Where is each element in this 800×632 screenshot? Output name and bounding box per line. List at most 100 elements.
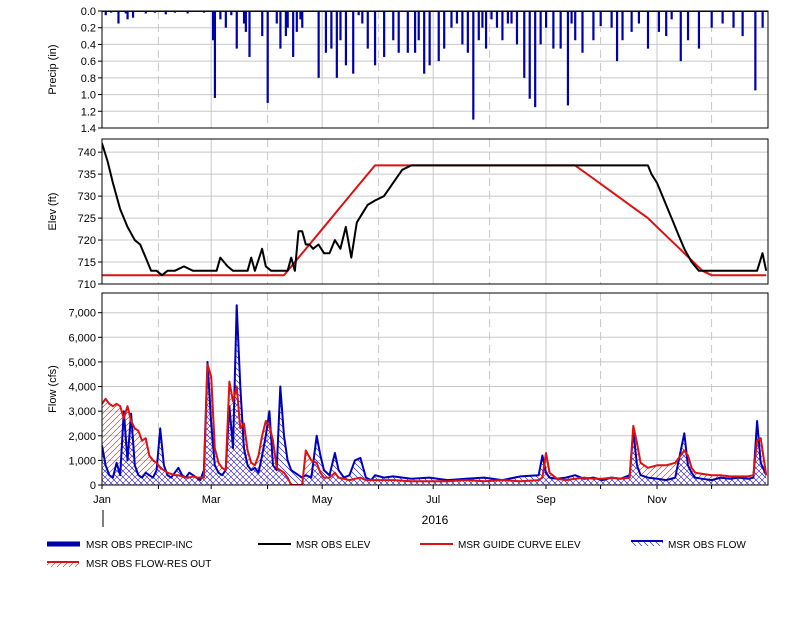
y-tick-label: 5,000	[68, 357, 96, 369]
legend: MSR OBS PRECIP-INC MSR OBS ELEV MSR GUID…	[47, 540, 746, 570]
precip-bar	[615, 11, 619, 62]
precip-bar	[213, 11, 217, 98]
x-tick-label: May	[312, 494, 333, 506]
precip-bar	[466, 11, 469, 53]
legend-label-guide-curve: MSR GUIDE CURVE ELEV	[458, 540, 581, 551]
precip-bar	[566, 11, 570, 106]
precip-bar	[670, 11, 673, 20]
precip-bar	[599, 11, 602, 27]
y-tick-label: 735	[78, 169, 96, 181]
y-tick-label: 0.6	[81, 56, 96, 68]
legend-label-res-out: MSR OBS FLOW-RES OUT	[86, 559, 211, 570]
precip-bar	[373, 11, 377, 66]
precip-bar	[383, 11, 386, 57]
y-tick-label: 0.4	[81, 39, 96, 51]
precip-bar	[665, 11, 668, 37]
precip-bar	[292, 11, 295, 57]
y-tick-label: 720	[78, 235, 96, 247]
legend-item-precip: MSR OBS PRECIP-INC	[47, 540, 193, 551]
precip-bar	[721, 11, 724, 24]
precip-bar	[366, 11, 369, 49]
precip-bar	[559, 11, 562, 49]
flow-panel: 0 1,000 2,000 3,000 4,000 5,000 6,000 7,000 Flow…	[47, 292, 769, 492]
precip-bar	[261, 11, 264, 37]
precip-bar	[481, 11, 484, 28]
precip-bar	[455, 11, 459, 24]
y-tick-label: 4,000	[68, 382, 96, 394]
precip-bar	[539, 11, 542, 45]
precip-bar	[279, 11, 282, 49]
precip-bar	[244, 11, 247, 32]
y-tick-label: 715	[78, 257, 96, 269]
legend-item-res-out: MSR OBS FLOW-RES OUT	[47, 559, 211, 570]
precip-bar	[275, 11, 278, 24]
precip-bar	[131, 11, 135, 18]
precip-bar	[164, 11, 167, 15]
precip-bar	[761, 11, 764, 28]
y-tick-label: 0.8	[81, 73, 96, 85]
precip-bar	[646, 11, 650, 49]
chart-figure: 0.00.20.40.60.81.01.21.4Precip (in) 7107…	[47, 6, 769, 570]
precip-bar	[472, 11, 475, 120]
precip-bar	[248, 11, 251, 57]
precip-bar	[219, 11, 222, 20]
x-tick-label: Nov	[647, 494, 667, 506]
precip-bar	[490, 11, 493, 20]
precip-bar	[495, 11, 499, 28]
plot-area	[102, 11, 768, 128]
precip-bar	[610, 11, 613, 28]
y-tick-label: 1.0	[81, 90, 96, 102]
precip-bar	[413, 11, 417, 53]
y-tick-label: 740	[78, 147, 96, 159]
precip-panel: 0.0 0.2 0.4 0.6 0.8 1.0 1.2 1.4 Precip (in)	[47, 6, 769, 135]
precip-bar	[679, 11, 682, 62]
precip-bar	[428, 11, 431, 66]
precip-bar	[295, 11, 298, 32]
precip-bar	[317, 11, 320, 78]
precip-bar	[335, 11, 338, 78]
precip-bar	[528, 11, 531, 99]
precip-bar	[361, 11, 364, 24]
legend-label-obs-elev: MSR OBS ELEV	[296, 540, 371, 551]
y-tick-label: 6,000	[68, 332, 96, 344]
y-tick-label: 0	[90, 480, 96, 492]
precip-bar	[117, 11, 120, 24]
precip-bar	[339, 11, 342, 41]
precip-bar	[324, 11, 328, 53]
legend-label-obs-flow: MSR OBS FLOW	[668, 540, 746, 551]
precip-bar	[235, 11, 238, 49]
legend-item-obs-flow: MSR OBS FLOW	[631, 540, 746, 551]
precip-bar	[697, 11, 701, 49]
y-axis-label: Flow (cfs)	[47, 365, 59, 413]
x-tick-label: Mar	[202, 494, 221, 506]
precip-bar	[510, 11, 513, 24]
precip-bar	[621, 11, 624, 41]
precip-bar	[732, 11, 735, 28]
y-tick-label: 3,000	[68, 406, 96, 418]
precip-bar	[461, 11, 464, 45]
precip-bar	[506, 11, 509, 24]
precip-bar	[477, 11, 480, 41]
precip-bar	[417, 11, 420, 41]
precip-bar	[397, 11, 400, 53]
precip-bar	[657, 11, 661, 32]
precip-bar	[570, 11, 573, 24]
precip-bar	[710, 11, 713, 28]
precip-bar	[484, 11, 488, 49]
precip-bar	[126, 11, 129, 20]
y-tick-label: 730	[78, 191, 96, 203]
precip-bar	[741, 11, 744, 37]
year-label: 2016	[422, 513, 449, 527]
precip-bar	[357, 11, 360, 16]
precip-bar	[686, 11, 690, 41]
legend-item-guide-curve: MSR GUIDE CURVE ELEV	[420, 540, 581, 551]
legend-label-precip: MSR OBS PRECIP-INC	[86, 540, 193, 551]
y-tick-label: 2,000	[68, 431, 96, 443]
y-tick-label: 725	[78, 213, 96, 225]
precip-bar	[630, 11, 633, 32]
precip-bar	[501, 11, 504, 41]
precip-bar	[515, 11, 519, 45]
plot-area	[102, 293, 768, 485]
precip-bar	[330, 11, 333, 49]
precip-bar	[301, 11, 304, 28]
